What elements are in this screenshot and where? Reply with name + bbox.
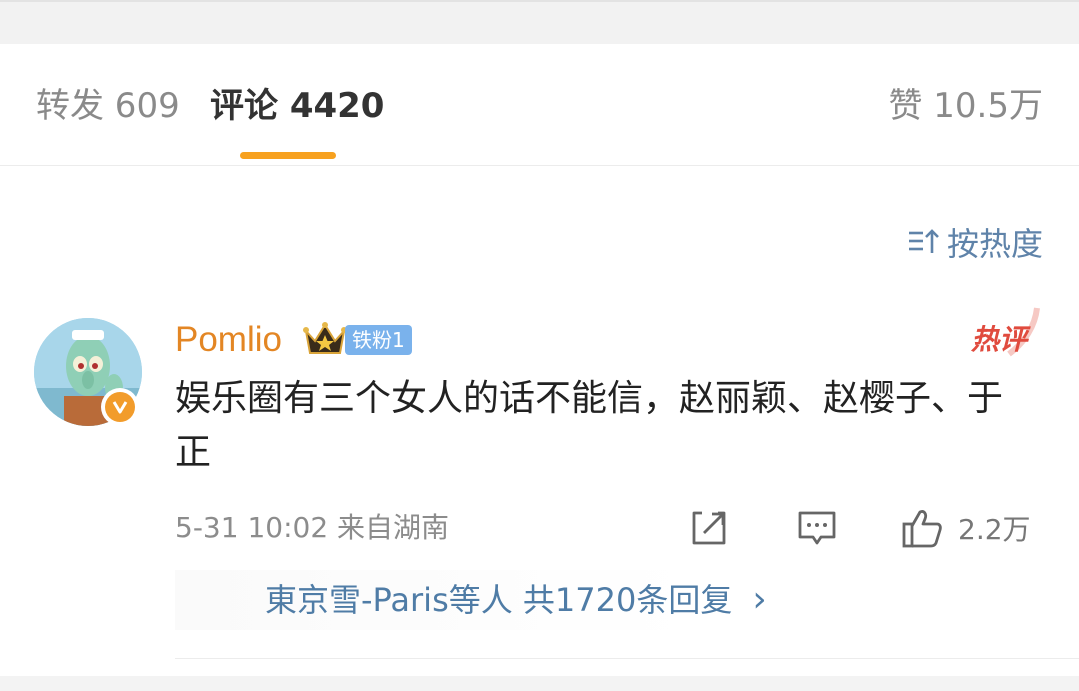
sort-icon: [908, 229, 939, 253]
verified-icon: [101, 388, 139, 426]
reply-button[interactable]: [796, 506, 838, 550]
tab-bar: 转发 609 评论 4420 赞 10.5万: [0, 44, 1079, 166]
view-replies-link[interactable]: 東京雪-Paris等人 共1720条回复 ›: [265, 578, 767, 622]
fan-badge: 铁粉1: [345, 325, 412, 355]
top-strip: [0, 0, 1079, 44]
replies-summary: 東京雪-Paris等人 共1720条回复: [265, 581, 733, 619]
comment-meta: 5-31 10:02 来自湖南: [175, 511, 450, 544]
username[interactable]: Pomlio: [175, 316, 282, 364]
like-count: 2.2万: [958, 513, 1031, 546]
like-button[interactable]: 2.2万: [900, 506, 1031, 550]
thumbs-up-icon: [902, 510, 942, 548]
chevron-right-icon: ›: [752, 579, 767, 620]
divider: [175, 658, 1079, 659]
crown-icon: [303, 322, 347, 354]
bottom-strip: [0, 676, 1079, 691]
reply-icon: [798, 511, 836, 545]
tab-likes[interactable]: 赞 10.5万: [888, 84, 1043, 128]
share-button[interactable]: [688, 506, 730, 550]
tab-comments[interactable]: 评论 4420: [210, 84, 384, 128]
sort-label: 按热度: [946, 225, 1043, 263]
tab-repost[interactable]: 转发 609: [36, 84, 180, 128]
sort-toggle[interactable]: 按热度: [907, 220, 1043, 264]
active-tab-indicator: [240, 152, 336, 159]
share-icon: [692, 511, 726, 545]
hot-comment-badge: 热评: [970, 323, 1027, 356]
comment-text: 娱乐圈有三个女人的话不能信，赵丽颖、赵樱子、于正: [175, 378, 1004, 473]
